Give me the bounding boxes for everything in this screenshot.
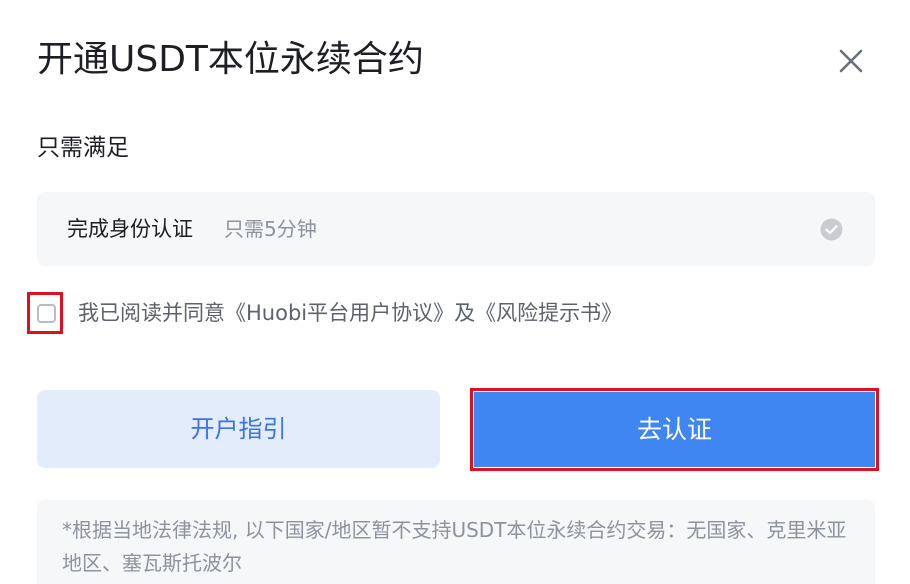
verify-button[interactable]: 去认证 (474, 392, 875, 467)
close-icon[interactable] (832, 42, 870, 80)
region-restriction-notice: *根据当地法律法规, 以下国家/地区暂不支持USDT本位永续合约交易：无国家、克… (37, 500, 875, 584)
dialog-title: 开通USDT本位永续合约 (37, 39, 424, 80)
requirement-hint: 只需5分钟 (224, 217, 317, 241)
agreement-text[interactable]: 我已阅读并同意《Huobi平台用户协议》及《风险提示书》 (78, 296, 622, 330)
requirements-heading: 只需满足 (37, 135, 129, 161)
requirement-item-identity: 完成身份认证 只需5分钟 (37, 192, 875, 266)
agreement-checkbox-highlight[interactable] (27, 292, 63, 334)
agreement-checkbox[interactable] (37, 304, 56, 323)
notice-text: *根据当地法律法规, 以下国家/地区暂不支持USDT本位永续合约交易：无国家、克… (62, 518, 847, 575)
check-circle-icon (820, 218, 843, 241)
requirement-label: 完成身份认证 (67, 217, 193, 241)
account-guide-button[interactable]: 开户指引 (37, 390, 440, 468)
open-contract-dialog: 开通USDT本位永续合约 只需满足 完成身份认证 只需5分钟 我已阅读并同意《H… (0, 0, 910, 584)
